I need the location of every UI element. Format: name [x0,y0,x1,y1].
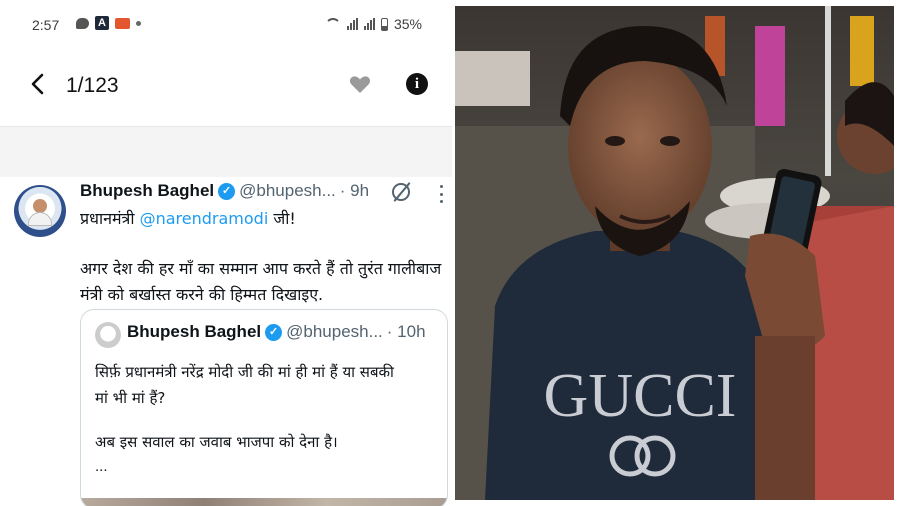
tweet-text-line-3: मंत्री को बर्खास्त करने की हिम्मत दिखाइए… [80,285,324,304]
quoted-text-line-1: सिर्फ़ प्रधानमंत्री नरेंद्र मोदी जी की म… [95,363,394,381]
background-object [455,51,530,106]
verified-badge-icon: ✓ [265,323,283,341]
gallery-nav-bar: 1/123 i [0,52,452,118]
battery-icon [380,17,388,31]
system-icons: 35% [324,16,422,32]
quoted-tweet[interactable]: Bhupesh Baghel ✓ @bhupesh... · 10h सिर्फ… [80,309,448,506]
avatar-body [28,212,52,226]
info-icon[interactable]: i [406,73,428,95]
tweet-author-name[interactable]: Bhupesh Baghel [80,181,214,201]
avatar[interactable] [14,185,66,237]
status-bar: 2:57 A 35% [0,0,452,52]
background-person-3 [850,16,874,86]
photo-illustration: GUCCI [455,6,894,500]
notification-icons: A [76,16,141,30]
status-time: 2:57 [32,17,60,33]
wifi-icon [324,18,341,30]
quoted-text-line-2: मां भी मां हैं? [95,389,166,407]
pole [825,6,831,176]
mail-icon [115,17,130,29]
chat-bubble-icon [76,17,89,29]
tweet-header: Bhupesh Baghel ✓ @bhupesh... · 9h [80,181,369,201]
verified-badge-icon: ✓ [218,182,236,200]
spacer-band [0,127,452,177]
tweet-text-line-1: प्रधानमंत्री @narendramodi जी! [80,207,296,229]
tweet-author-handle[interactable]: @bhupesh... [239,181,336,201]
battery-level: 35% [393,16,422,32]
quoted-media-preview[interactable] [81,498,447,506]
shirt-logo-text: GUCCI [544,362,737,430]
quoted-avatar [95,322,121,348]
man-eye-left [605,136,625,146]
app-a-icon: A [95,16,109,30]
tweet-text-suffix: जी! [273,209,296,228]
quoted-ellipsis: ... [95,458,108,475]
quoted-author-name: Bhupesh Baghel [127,322,262,341]
heart-icon[interactable] [348,72,372,96]
man-arm [755,336,815,500]
quoted-tweet-time: · 10h [386,322,426,341]
avatar-face [33,199,47,213]
tweet-text-line-2: अगर देश की हर माँ का सम्मान आप करते हैं … [80,259,442,278]
tweet[interactable]: Bhupesh Baghel ✓ @bhupesh... · 9h प्रधान… [0,177,452,506]
quoted-author-handle: @bhupesh... [286,322,383,341]
tweet-text-prefix: प्रधानमंत्री [80,209,135,228]
news-photo: GUCCI [455,6,894,500]
image-counter: 1/123 [66,74,119,97]
quoted-tweet-header: Bhupesh Baghel ✓ @bhupesh... · 10h [127,322,426,342]
more-notifications-icon [136,20,141,26]
back-arrow-icon[interactable] [26,72,50,96]
signal-icon-2 [363,18,375,30]
phone-screenshot: 2:57 A 35% 1/123 i Bhupesh Baghel ✓ @bhu… [0,0,452,506]
background-person-2 [755,26,785,126]
more-options-icon[interactable] [440,185,444,203]
quoted-text-line-3: अब इस सवाल का जवाब भाजपा को देना है। [95,433,338,451]
tweet-time: · 9h [339,181,370,200]
grok-icon[interactable] [392,183,410,201]
man-eye-right [660,136,680,146]
signal-icon [346,18,358,30]
mention-link[interactable]: @narendramodi [140,209,269,228]
